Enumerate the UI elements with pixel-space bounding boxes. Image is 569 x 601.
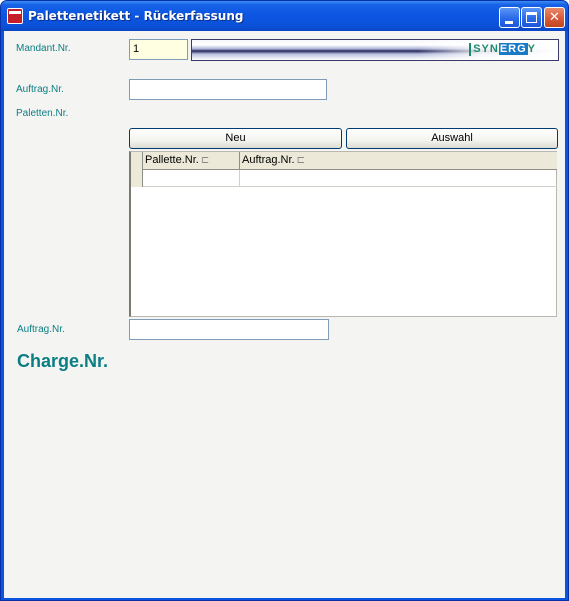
table-row[interactable] — [131, 170, 557, 187]
window-title: Palettenetikett - Rückerfassung — [28, 9, 244, 23]
client-area: Mandant.Nr. 1 SYNERGY Auftrag.Nr. Palett… — [4, 31, 565, 598]
synergy-logo: SYNERGY — [191, 39, 559, 61]
column-label-auftrag: Auftrag.Nr. — [242, 154, 295, 166]
paletten-grid[interactable]: Pallette.Nr. ⊏ Auftrag.Nr. ⊏ — [129, 151, 557, 317]
charge-label: Charge.Nr. — [17, 351, 109, 371]
auswahl-button[interactable]: Auswahl — [346, 128, 558, 149]
logo-text: SYNERGY — [469, 43, 536, 56]
cell-auftrag[interactable] — [240, 170, 557, 187]
sort-icon: ⊏ — [296, 155, 305, 166]
mandant-label: Mandant.Nr. — [16, 43, 71, 54]
auftrag-label: Auftrag.Nr. — [16, 84, 64, 95]
cell-pallette[interactable] — [143, 170, 240, 187]
paletten-label: Paletten.Nr. — [16, 108, 69, 119]
neu-button[interactable]: Neu — [129, 128, 342, 149]
auftrag2-label: Auftrag.Nr. — [17, 324, 65, 335]
auftrag2-input[interactable] — [129, 319, 329, 340]
minimize-icon — [505, 21, 513, 24]
mandant-input[interactable]: 1 — [129, 39, 188, 60]
column-header-pallette[interactable]: Pallette.Nr. ⊏ — [143, 152, 240, 170]
title-bar[interactable]: Palettenetikett - Rückerfassung ✕ — [1, 1, 568, 31]
auftrag-input[interactable] — [129, 79, 327, 100]
maximize-button[interactable] — [521, 7, 542, 28]
grid-corner[interactable] — [131, 152, 143, 170]
row-selector[interactable] — [131, 170, 143, 187]
column-header-auftrag[interactable]: Auftrag.Nr. ⊏ — [240, 152, 557, 170]
logo-text-highlight: ERG — [498, 43, 528, 55]
close-icon: ✕ — [549, 10, 560, 25]
close-button[interactable]: ✕ — [544, 7, 565, 28]
app-icon[interactable] — [7, 8, 23, 24]
logo-text-pre: SYN — [473, 43, 499, 55]
column-label-pallette: Pallette.Nr. — [145, 154, 199, 166]
sort-icon: ⊏ — [200, 155, 210, 166]
app-icon-bar — [9, 11, 21, 14]
maximize-icon — [526, 12, 537, 23]
logo-text-post: Y — [527, 43, 536, 55]
app-window: Palettenetikett - Rückerfassung ✕ Mandan… — [0, 0, 569, 601]
minimize-button[interactable] — [499, 7, 520, 28]
grid-header: Pallette.Nr. ⊏ Auftrag.Nr. ⊏ — [131, 152, 557, 170]
